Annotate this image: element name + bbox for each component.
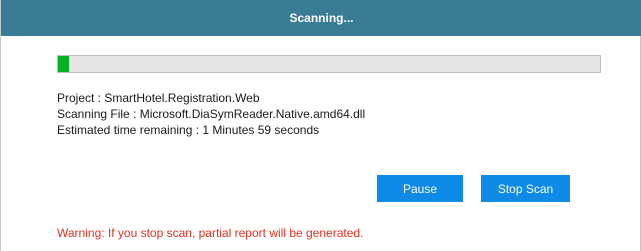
scanning-dialog: Scanning... Project : SmartHotel.Registr… <box>0 0 641 251</box>
scan-progress-bar <box>57 55 601 73</box>
time-remaining-label: Estimated time remaining : 1 Minutes 59 … <box>57 123 320 137</box>
warning-message: Warning: If you stop scan, partial repor… <box>57 226 364 240</box>
project-label: Project : SmartHotel.Registration.Web <box>57 91 260 105</box>
pause-button[interactable]: Pause <box>377 175 463 202</box>
dialog-titlebar: Scanning... <box>1 0 641 36</box>
scanning-file-label: Scanning File : Microsoft.DiaSymReader.N… <box>57 107 366 121</box>
dialog-title: Scanning... <box>289 11 354 25</box>
stop-scan-button[interactable]: Stop Scan <box>481 175 570 202</box>
scan-info: Project : SmartHotel.Registration.Web Sc… <box>57 90 365 138</box>
scan-progress-fill <box>58 56 69 72</box>
